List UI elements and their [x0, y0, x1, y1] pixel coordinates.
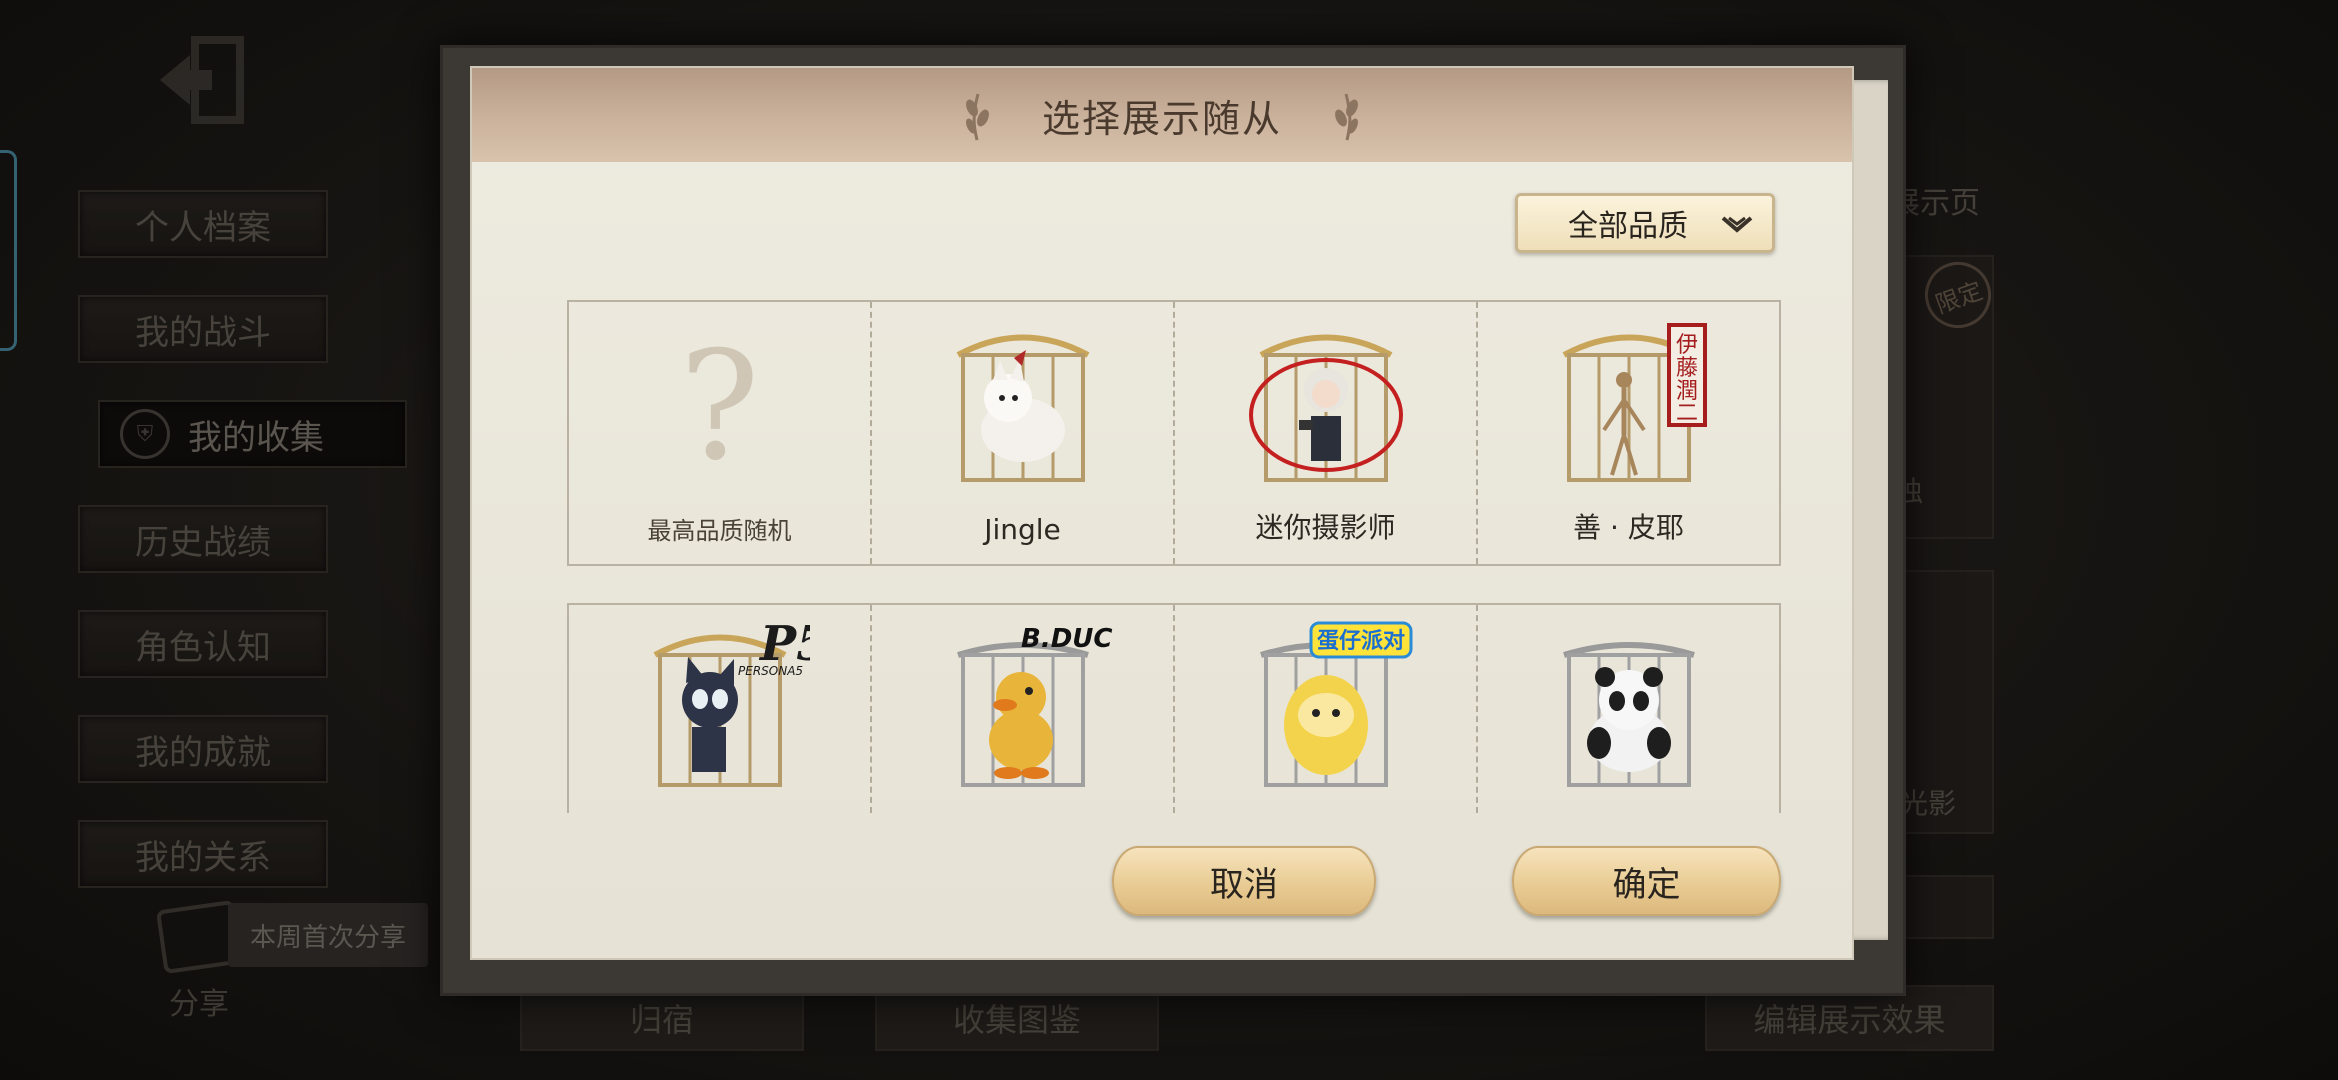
share-label: 分享	[169, 987, 229, 1022]
side-item-label: 历史战绩	[135, 522, 271, 563]
tab-label: 编辑展示效果	[1753, 1001, 1946, 1039]
side-item-label: 个人档案	[135, 207, 271, 248]
modal-header: 选择展示随从	[472, 68, 1852, 162]
chevron-down-icon	[1721, 216, 1753, 233]
companion-label: 迷你摄影师	[1255, 511, 1396, 544]
companion-cell-panda[interactable]	[1478, 605, 1779, 813]
companion-row: ? 最高品质随机 Jingle 迷你摄影师 伊 藤 潤 二 善 · 皮耶	[567, 300, 1781, 566]
quality-filter-dropdown[interactable]: 全部品质	[1515, 193, 1775, 253]
question-mark-icon: ?	[679, 320, 760, 494]
side-item-label: 我的收集	[188, 417, 324, 458]
confirm-button[interactable]: 确定	[1512, 846, 1781, 916]
side-item-profile[interactable]: 个人档案	[78, 190, 328, 258]
companion-row: P5 PERSONA5 B.DUCK	[567, 603, 1781, 813]
share-button[interactable]: 分享	[155, 899, 243, 1023]
black-cat-icon: P5 PERSONA5	[653, 616, 810, 787]
side-item-label: 我的战斗	[135, 312, 271, 353]
companion-cell-p5-cat[interactable]: P5 PERSONA5	[569, 605, 872, 813]
right-card-label: 光影	[1900, 787, 1957, 820]
cancel-button[interactable]: 取消	[1112, 846, 1376, 916]
yellow-egg-icon: 蛋仔派对	[1259, 621, 1412, 787]
right-card[interactable]	[1895, 875, 1994, 939]
tab-label: 收集图鉴	[952, 1001, 1081, 1039]
select-companion-dialog: 选择展示随从 全部品质 ? 最高品质随机 Jingle 迷你摄影师 伊 藤 潤 …	[472, 68, 1852, 958]
modal-title: 选择展示随从	[1041, 96, 1282, 141]
companion-label: 善 · 皮耶	[1573, 511, 1684, 544]
companion-cell-bduck[interactable]: B.DUCK	[872, 605, 1175, 813]
share-tip: 本周首次分享	[228, 903, 429, 967]
side-item-label: 我的成就	[135, 732, 271, 773]
cancel-label: 取消	[1210, 864, 1278, 905]
side-nav: 个人档案 我的战斗 ⛨ 我的收集 历史战绩 角色认知 我的成就 我的关系	[78, 190, 407, 925]
side-item-collection[interactable]: ⛨ 我的收集	[98, 400, 407, 468]
shield-icon: ⛨	[120, 409, 170, 459]
companion-cell-jingle[interactable]: Jingle	[872, 302, 1175, 564]
exit-icon[interactable]	[150, 30, 250, 130]
side-item-label: 我的关系	[135, 837, 271, 878]
confirm-label: 确定	[1612, 864, 1681, 905]
companion-cell-eggy[interactable]: 蛋仔派对	[1175, 605, 1478, 813]
side-item-battle[interactable]: 我的战斗	[78, 295, 328, 363]
companion-cell-random[interactable]: ? 最高品质随机	[569, 302, 872, 564]
svg-text:藤: 藤	[1675, 356, 1697, 381]
svg-text:蛋仔派对: 蛋仔派对	[1316, 628, 1404, 654]
companion-cell-photographer[interactable]: 迷你摄影师	[1175, 302, 1478, 564]
photographer-icon	[1248, 334, 1403, 482]
side-item-relation[interactable]: 我的关系	[78, 820, 328, 888]
side-item-history[interactable]: 历史战绩	[78, 505, 328, 573]
wooden-puppet-icon: 伊 藤 潤 二	[1562, 323, 1707, 482]
companion-label: 最高品质随机	[647, 517, 792, 545]
side-edge-indicator	[0, 150, 17, 351]
side-item-label: 角色认知	[135, 627, 271, 668]
svg-text:伊: 伊	[1675, 333, 1697, 358]
white-dog-icon	[956, 334, 1089, 482]
svg-text:PERSONA5: PERSONA5	[738, 664, 803, 678]
side-item-achievement[interactable]: 我的成就	[78, 715, 328, 783]
quality-filter-value: 全部品质	[1568, 209, 1688, 244]
side-item-character[interactable]: 角色认知	[78, 610, 328, 678]
svg-text:二: 二	[1675, 401, 1697, 426]
companion-cell-puppet[interactable]: 伊 藤 潤 二 善 · 皮耶	[1478, 302, 1779, 564]
laurel-right-icon	[1332, 88, 1362, 142]
tab-label: 归宿	[629, 1001, 694, 1039]
panda-icon	[1562, 642, 1695, 787]
laurel-left-icon	[962, 88, 992, 142]
yellow-duck-icon: B.DUCK	[956, 624, 1113, 787]
svg-text:B.DUCK: B.DUCK	[1021, 624, 1113, 654]
companion-label: Jingle	[984, 513, 1061, 546]
